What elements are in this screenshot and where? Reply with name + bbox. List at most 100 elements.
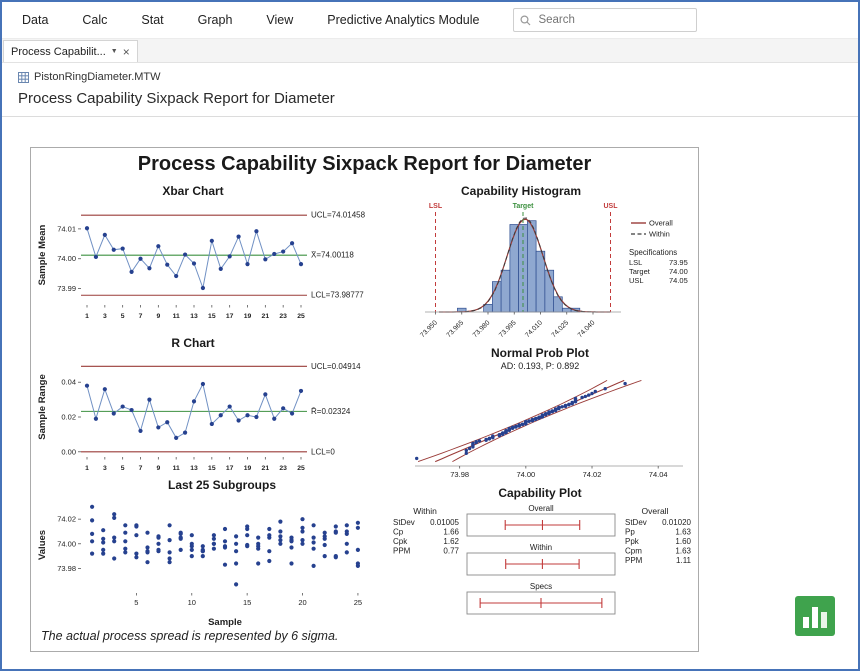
svg-text:0.01005: 0.01005: [430, 518, 459, 527]
svg-text:Target: Target: [629, 267, 651, 276]
svg-text:21: 21: [262, 465, 270, 472]
xbar-chart-canvas: UCL=74.01458X̄=74.00118LCL=73.9877773.99…: [35, 199, 383, 321]
menu-graph[interactable]: Graph: [198, 13, 233, 27]
tab-process-capability[interactable]: Process Capabilit... ▼ ×: [3, 40, 138, 62]
svg-text:13: 13: [190, 465, 198, 472]
svg-text:25: 25: [354, 598, 362, 607]
last-25-title: Last 25 Subgroups: [35, 478, 383, 493]
svg-text:0.00: 0.00: [61, 447, 76, 456]
search-input[interactable]: [536, 13, 690, 27]
svg-text:1: 1: [85, 465, 89, 472]
svg-text:USL: USL: [604, 203, 619, 210]
svg-text:Specs: Specs: [530, 582, 552, 591]
svg-text:73.965: 73.965: [446, 319, 466, 339]
svg-text:R̄=0.02324: R̄=0.02324: [311, 407, 351, 416]
svg-text:23: 23: [279, 465, 287, 472]
xbar-chart-title: Xbar Chart: [35, 184, 383, 199]
svg-text:74.00: 74.00: [57, 254, 76, 263]
menu-predictive-analytics-module[interactable]: Predictive Analytics Module: [327, 13, 479, 27]
last-25-subgroups-chart: Last 25 Subgroups 73.9874.0074.025101520…: [35, 478, 383, 629]
svg-text:15: 15: [208, 465, 216, 472]
svg-text:73.99: 73.99: [57, 284, 76, 293]
svg-text:73.980: 73.980: [472, 319, 492, 339]
graphs-panel-button[interactable]: [795, 596, 835, 636]
svg-text:Overall: Overall: [528, 504, 554, 513]
svg-text:74.00: 74.00: [516, 470, 535, 479]
svg-text:73.995: 73.995: [498, 319, 518, 339]
svg-text:PPM: PPM: [393, 547, 411, 556]
svg-text:7: 7: [139, 465, 143, 472]
prob-plot-title: Normal Prob Plot: [387, 346, 693, 361]
tab-dropdown-icon[interactable]: ▼: [111, 48, 118, 55]
svg-text:Specifications: Specifications: [629, 248, 677, 257]
svg-text:74.01: 74.01: [57, 224, 76, 233]
app-window: Data Calc Stat Graph View Predictive Ana…: [0, 0, 860, 671]
svg-text:23: 23: [279, 313, 287, 320]
svg-text:5: 5: [121, 465, 125, 472]
worksheet-row: PistonRingDiameter.MTW: [18, 71, 858, 83]
tab-close-icon[interactable]: ×: [123, 47, 130, 57]
svg-text:5: 5: [134, 598, 138, 607]
svg-text:UCL=74.01458: UCL=74.01458: [311, 211, 366, 220]
capability-histogram: Capability Histogram LSLTargetUSL73.9507…: [387, 184, 693, 345]
svg-text:Cpm: Cpm: [625, 547, 642, 556]
menu-calc[interactable]: Calc: [82, 13, 107, 27]
svg-text:Within: Within: [649, 230, 670, 239]
r-chart-title: R Chart: [35, 336, 383, 351]
svg-text:21: 21: [262, 313, 270, 320]
svg-text:PPM: PPM: [625, 556, 643, 565]
svg-text:20: 20: [298, 598, 306, 607]
svg-text:Target: Target: [513, 203, 535, 210]
svg-text:Sample Mean: Sample Mean: [37, 224, 48, 285]
svg-text:LCL=0: LCL=0: [311, 447, 335, 456]
divider: [2, 116, 858, 117]
capability-plot-canvas: OverallWithinSpecsWithinStDev0.01005Cp1.…: [387, 501, 693, 625]
svg-text:1.62: 1.62: [443, 537, 459, 546]
svg-text:Ppk: Ppk: [625, 537, 640, 546]
svg-text:Overall: Overall: [642, 506, 669, 516]
svg-text:11: 11: [173, 313, 180, 320]
svg-text:17: 17: [226, 313, 234, 320]
svg-text:25: 25: [297, 465, 305, 472]
graphs-icon: [795, 596, 835, 636]
search-box[interactable]: [513, 8, 697, 32]
svg-text:3: 3: [103, 465, 107, 472]
svg-text:LCL=73.98777: LCL=73.98777: [311, 291, 364, 300]
svg-text:74.010: 74.010: [524, 319, 544, 339]
svg-text:1.63: 1.63: [675, 528, 691, 537]
svg-text:Sample: Sample: [208, 617, 242, 628]
menu-data[interactable]: Data: [22, 13, 48, 27]
svg-text:11: 11: [173, 465, 180, 472]
last-25-canvas: 73.9874.0074.02510152025SampleValues: [35, 493, 383, 629]
svg-text:17: 17: [226, 465, 234, 472]
svg-text:1.63: 1.63: [675, 547, 691, 556]
report-canvas[interactable]: Process Capability Sixpack Report for Di…: [30, 147, 699, 652]
svg-text:0.02: 0.02: [61, 413, 76, 422]
svg-text:Overall: Overall: [649, 219, 673, 228]
r-chart: R Chart UCL=0.04914 R̄=0.02324 LCL=0 0.00 0.…: [35, 336, 383, 473]
histogram-canvas: LSLTargetUSL73.95073.96573.98073.99574.0…: [387, 199, 693, 345]
svg-text:74.05: 74.05: [669, 276, 688, 285]
svg-text:Within: Within: [413, 506, 437, 516]
menu-view[interactable]: View: [266, 13, 293, 27]
svg-text:UCL=0.04914: UCL=0.04914: [311, 362, 361, 371]
svg-text:74.00: 74.00: [669, 267, 688, 276]
svg-text:5: 5: [121, 313, 125, 320]
svg-text:74.04: 74.04: [649, 470, 668, 479]
svg-text:USL: USL: [629, 276, 644, 285]
menu-stat[interactable]: Stat: [141, 13, 163, 27]
svg-text:13: 13: [190, 313, 198, 320]
svg-text:Cpk: Cpk: [393, 537, 408, 546]
svg-text:0.04: 0.04: [61, 378, 76, 387]
svg-text:74.025: 74.025: [551, 319, 571, 339]
svg-text:Values: Values: [37, 530, 48, 560]
histogram-title: Capability Histogram: [387, 184, 693, 199]
svg-text:73.98: 73.98: [57, 564, 76, 573]
svg-text:9: 9: [156, 313, 160, 320]
worksheet-icon: [18, 72, 29, 83]
tab-label: Process Capabilit...: [11, 46, 106, 58]
svg-text:LSL: LSL: [629, 258, 642, 267]
svg-text:74.040: 74.040: [577, 319, 597, 339]
svg-text:Within: Within: [530, 543, 552, 552]
svg-text:1.60: 1.60: [675, 537, 691, 546]
